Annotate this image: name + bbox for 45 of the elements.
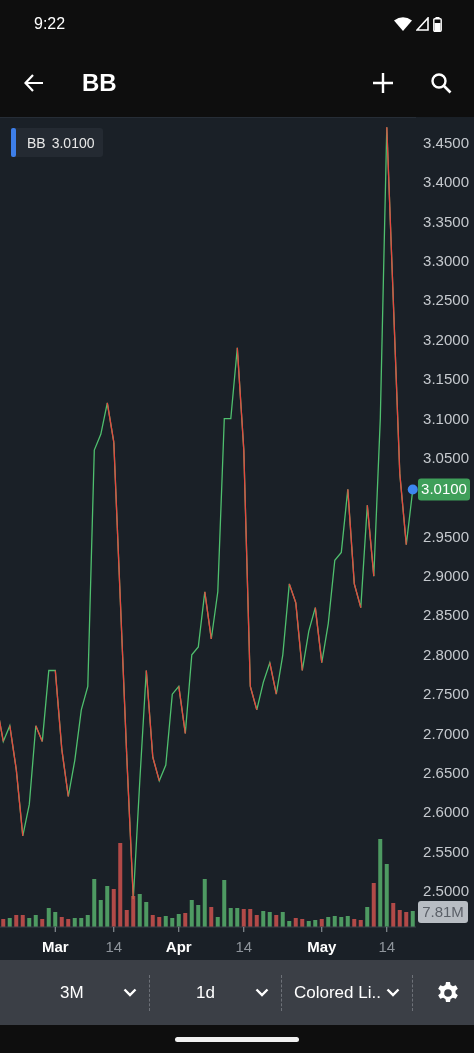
y-axis-label: 2.5500 — [423, 842, 469, 860]
y-axis-label: 2.7000 — [423, 724, 469, 742]
back-arrow-icon — [24, 73, 44, 92]
y-axis-label: 3.2000 — [423, 330, 469, 348]
x-axis-label: Apr — [165, 938, 192, 955]
battery-icon — [433, 16, 442, 32]
y-axis-label: 2.9500 — [423, 527, 469, 545]
chevron-down-icon — [123, 988, 137, 997]
last-point-marker — [407, 484, 418, 495]
x-axis-label: May — [307, 938, 337, 955]
x-axis-label: 14 — [105, 938, 123, 955]
y-axis-label: 2.8000 — [423, 645, 469, 663]
chevron-down-icon — [255, 988, 269, 997]
signal-icon — [416, 17, 429, 31]
app-title: BB — [82, 68, 117, 97]
plus-icon — [372, 71, 394, 94]
y-axis-label: 3.3000 — [423, 252, 469, 270]
gear-icon — [436, 980, 460, 1005]
volume-tag: 7.81M — [418, 901, 468, 923]
y-axis-label: 3.1000 — [423, 409, 469, 427]
y-axis-label: 2.6500 — [423, 763, 469, 781]
legend: BB 3.0100 — [11, 128, 103, 157]
chevron-down-icon — [386, 988, 400, 997]
y-axis-label: 3.0500 — [423, 448, 469, 466]
wifi-icon — [394, 17, 412, 31]
x-axis-label: 14 — [235, 938, 253, 955]
dropdown[interactable]: 3M — [48, 974, 150, 1011]
y-axis-label: 3.1500 — [423, 370, 469, 388]
y-axis-label: 3.4500 — [423, 134, 469, 151]
status-time: 9:22 — [34, 15, 66, 33]
dropdown[interactable]: Colored Li.. — [282, 974, 413, 1011]
y-axis-label: 3.3500 — [423, 212, 469, 230]
last-price-tag: 3.0100 — [418, 478, 470, 501]
search-icon — [430, 71, 452, 94]
home-indicator[interactable] — [175, 1036, 299, 1042]
x-axis-label: 14 — [378, 938, 396, 955]
y-axis-label: 3.2500 — [423, 291, 469, 309]
y-axis-label: 2.9000 — [423, 567, 469, 585]
y-axis-label: 3.4000 — [423, 173, 469, 191]
y-axis-label: 2.8500 — [423, 606, 469, 624]
x-axis-label: Mar — [41, 938, 69, 955]
dropdown[interactable]: 1d — [150, 974, 282, 1011]
y-axis-label: 2.7500 — [423, 685, 469, 703]
y-axis-label: 2.6000 — [423, 803, 469, 821]
y-axis-label: 2.5000 — [423, 882, 469, 899]
